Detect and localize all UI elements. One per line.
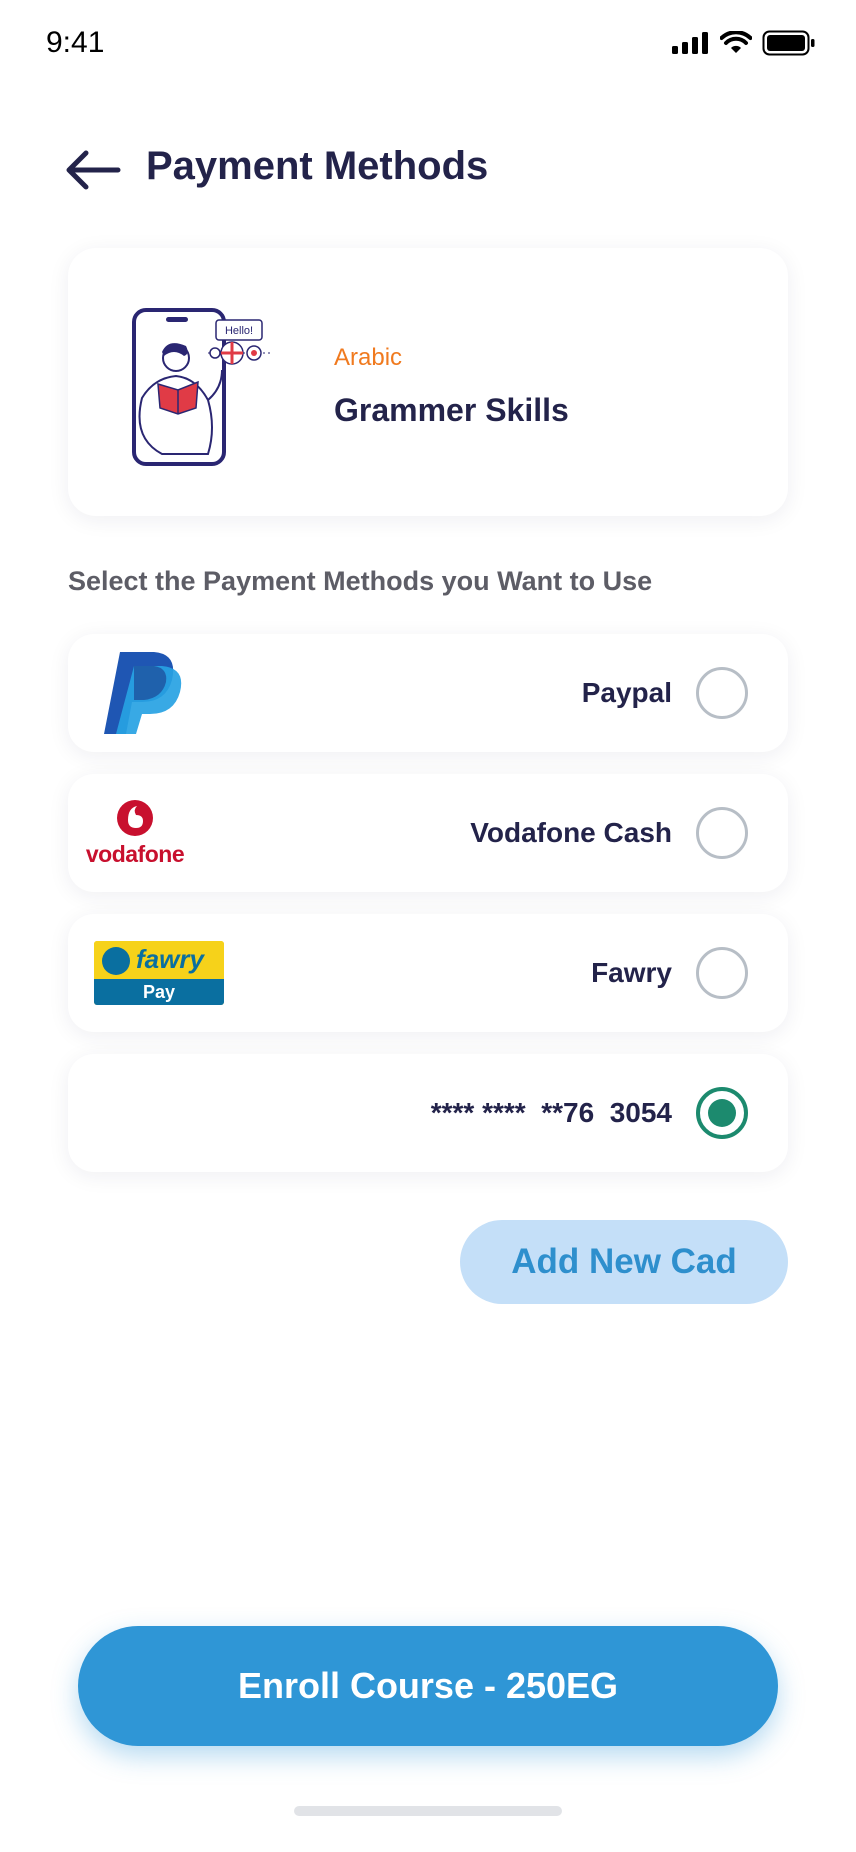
radio-fawry[interactable] — [696, 947, 748, 999]
course-language: Arabic — [334, 344, 403, 371]
course-card: Hello! Arabic Grammer Skills — [68, 248, 788, 516]
battery-icon — [762, 30, 815, 56]
payment-option-card[interactable]: **** **** **76 3054 — [68, 1054, 788, 1172]
vodafone-logo-text: vodafone — [85, 841, 185, 867]
status-icons — [672, 30, 816, 56]
home-indicator — [294, 1806, 562, 1816]
fawry-logo-icon: fawry Pay — [94, 941, 224, 1005]
back-button[interactable] — [64, 142, 128, 198]
fawry-arrow-icon — [102, 947, 130, 975]
payment-label-fawry: Fawry — [591, 957, 672, 988]
payment-methods-screen: 9:41 Payment Methods Hello! Arabic Gramm… — [0, 0, 856, 1852]
radio-paypal[interactable] — [696, 667, 748, 719]
signal-icon — [672, 32, 708, 54]
speech-bubble-text: Hello! — [225, 325, 253, 337]
fawry-logo-subtext: Pay — [94, 979, 224, 1005]
status-time: 9:41 — [46, 26, 105, 59]
paypal-logo-icon — [104, 652, 182, 734]
vodafone-speechmark-icon — [117, 800, 153, 836]
fawry-logo-text: fawry — [136, 944, 204, 974]
course-illustration-icon: Hello! — [132, 308, 272, 466]
radio-selected-dot — [708, 1099, 736, 1127]
payment-label-paypal: Paypal — [581, 677, 672, 708]
vodafone-logo-icon: vodafone — [80, 798, 190, 868]
wifi-icon — [720, 31, 752, 53]
page-title: Payment Methods — [146, 144, 489, 188]
payment-option-vodafone-cash[interactable]: vodafone Vodafone Cash — [68, 774, 788, 892]
radio-card-selected[interactable] — [696, 1087, 748, 1139]
payment-instruction: Select the Payment Methods you Want to U… — [68, 566, 653, 596]
payment-label-card-number: **** **** **76 3054 — [430, 1097, 672, 1128]
payment-label-vodafone-cash: Vodafone Cash — [470, 817, 672, 848]
course-name: Grammer Skills — [334, 392, 569, 428]
add-new-card-button[interactable]: Add New Cad — [460, 1220, 788, 1304]
arrow-left-icon — [66, 150, 121, 190]
payment-option-fawry[interactable]: fawry Pay Fawry — [68, 914, 788, 1032]
enroll-course-button[interactable]: Enroll Course - 250EG — [78, 1626, 778, 1746]
payment-option-paypal[interactable]: Paypal — [68, 634, 788, 752]
radio-vodafone-cash[interactable] — [696, 807, 748, 859]
